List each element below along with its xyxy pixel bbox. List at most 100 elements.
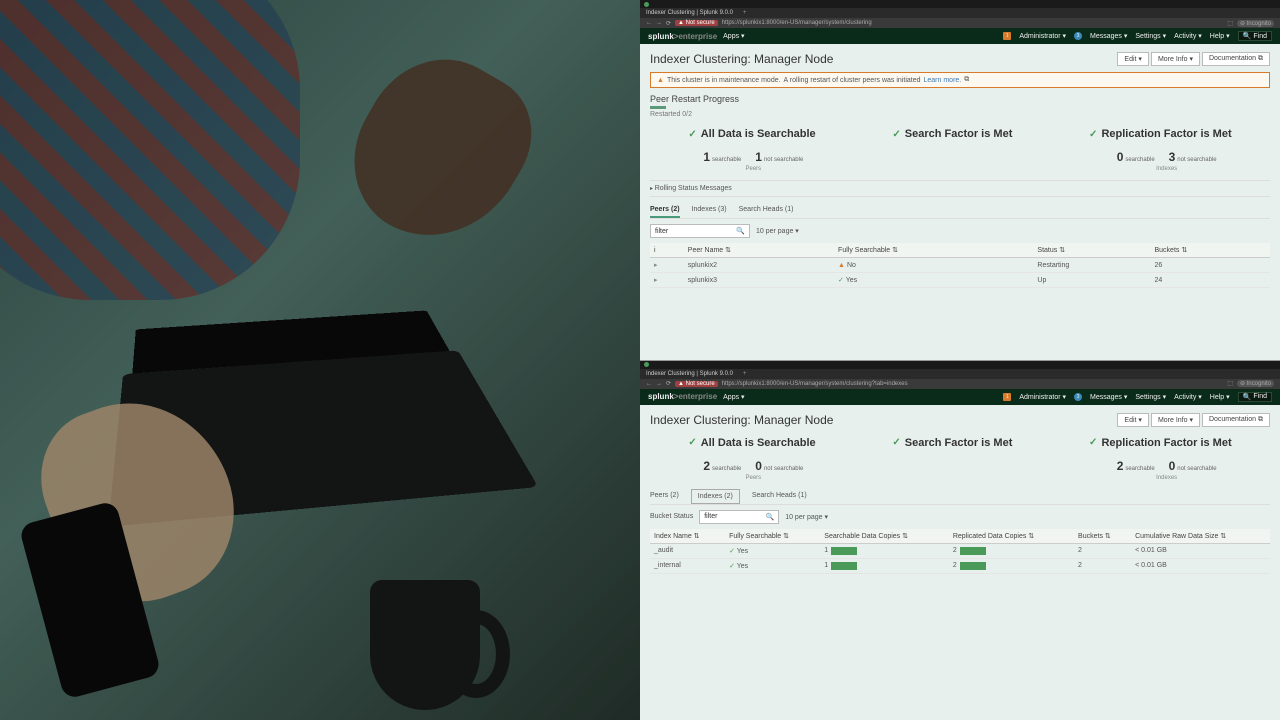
settings-menu[interactable]: Settings ▾ bbox=[1135, 393, 1166, 401]
apps-menu[interactable]: Apps ▾ bbox=[723, 393, 744, 401]
page-title: Indexer Clustering: Manager Node bbox=[650, 413, 833, 427]
check-icon: ✓ bbox=[892, 437, 900, 448]
bucket-status-label: Bucket Status bbox=[650, 513, 693, 520]
tab-indexes[interactable]: Indexes (3) bbox=[692, 203, 727, 218]
url-text[interactable]: https://splunkix1:8000/en-US/manager/sys… bbox=[722, 20, 872, 26]
window-control-icon[interactable] bbox=[644, 2, 649, 7]
settings-menu[interactable]: Settings ▾ bbox=[1135, 32, 1166, 40]
security-warning[interactable]: ▲ Not secure bbox=[675, 381, 718, 387]
status-search-factor: ✓Search Factor is Met bbox=[892, 437, 1012, 449]
apps-menu[interactable]: Apps ▾ bbox=[723, 32, 744, 40]
metric-indexes-notsearchable: 3 not searchable bbox=[1169, 150, 1217, 164]
background-photo bbox=[0, 0, 640, 720]
activity-menu[interactable]: Activity ▾ bbox=[1174, 32, 1202, 40]
security-warning[interactable]: ▲ Not secure bbox=[675, 20, 718, 26]
restart-heading: Peer Restart Progress bbox=[650, 94, 1270, 104]
per-page-dropdown[interactable]: 10 per page ▾ bbox=[756, 227, 799, 235]
status-searchable: ✓All Data is Searchable bbox=[688, 128, 815, 140]
admin-badge: 1 bbox=[1003, 32, 1011, 40]
warning-icon: ▲ bbox=[838, 262, 845, 269]
documentation-button[interactable]: Documentation ⧉ bbox=[1202, 413, 1270, 427]
tab-peers[interactable]: Peers (2) bbox=[650, 203, 680, 218]
activity-menu[interactable]: Activity ▾ bbox=[1174, 393, 1202, 401]
documentation-button[interactable]: Documentation ⧉ bbox=[1202, 52, 1270, 66]
table-row: ▸ splunkix3 ✓ Yes Up 24 bbox=[650, 273, 1270, 288]
learn-more-link[interactable]: Learn more. bbox=[924, 77, 962, 84]
metric-peers-notsearchable: 0 not searchable bbox=[755, 459, 803, 473]
page-title: Indexer Clustering: Manager Node bbox=[650, 52, 833, 66]
col-buckets[interactable]: Buckets ⇅ bbox=[1151, 243, 1271, 258]
messages-menu[interactable]: Messages ▾ bbox=[1090, 393, 1127, 401]
table-row: _audit ✓ Yes 1 2 2 < 0.01 GB bbox=[650, 543, 1270, 558]
admin-menu[interactable]: Administrator ▾ bbox=[1019, 32, 1066, 40]
copy-bar bbox=[831, 547, 857, 555]
external-link-icon: ⧉ bbox=[964, 76, 969, 84]
help-menu[interactable]: Help ▾ bbox=[1210, 393, 1230, 401]
status-replication: ✓Replication Factor is Met bbox=[1089, 437, 1232, 449]
col-searchable-copies[interactable]: Searchable Data Copies ⇅ bbox=[820, 529, 949, 544]
metric-indexes-searchable: 0 searchable bbox=[1117, 150, 1155, 164]
messages-badge: 3 bbox=[1074, 393, 1082, 401]
col-replicated-copies[interactable]: Replicated Data Copies ⇅ bbox=[949, 529, 1074, 544]
col-searchable[interactable]: Fully Searchable ⇅ bbox=[725, 529, 820, 544]
metric-indexes-notsearchable: 0 not searchable bbox=[1169, 459, 1217, 473]
browser-urlbar: ← → ⟳ ▲ Not secure https://splunkix1:800… bbox=[640, 379, 1280, 389]
search-icon: 🔍 bbox=[736, 227, 745, 235]
tab-indexes[interactable]: Indexes (2) bbox=[691, 489, 740, 504]
check-icon: ✓ bbox=[688, 129, 696, 140]
tab-search-heads[interactable]: Search Heads (1) bbox=[739, 203, 794, 218]
brand-logo[interactable]: splunk>enterprise bbox=[648, 392, 717, 401]
edit-button[interactable]: Edit ▾ bbox=[1117, 413, 1149, 427]
expand-icon[interactable]: ▸ bbox=[654, 262, 658, 269]
filter-input[interactable]: filter🔍 bbox=[699, 510, 779, 524]
nav-reload-icon[interactable]: ⟳ bbox=[666, 20, 671, 27]
table-row: _internal ✓ Yes 1 2 2 < 0.01 GB bbox=[650, 558, 1270, 573]
more-info-button[interactable]: More Info ▾ bbox=[1151, 52, 1200, 66]
extension-icon[interactable]: ⬚ bbox=[1227, 20, 1233, 27]
find-input[interactable]: 🔍 Find bbox=[1238, 31, 1272, 41]
metric-peers-searchable: 2 searchable bbox=[703, 459, 741, 473]
col-buckets[interactable]: Buckets ⇅ bbox=[1074, 529, 1131, 544]
app-navbar: splunk>enterprise Apps ▾ 1 Administrator… bbox=[640, 389, 1280, 405]
nav-back-icon[interactable]: ← bbox=[646, 381, 652, 387]
rolling-status-toggle[interactable]: Rolling Status Messages bbox=[650, 180, 1270, 197]
col-expand[interactable]: i bbox=[650, 243, 684, 258]
url-text[interactable]: https://splunkix1:8000/en-US/manager/sys… bbox=[722, 381, 908, 387]
nav-fwd-icon[interactable]: → bbox=[656, 381, 662, 387]
col-raw-size[interactable]: Cumulative Raw Data Size ⇅ bbox=[1131, 529, 1270, 544]
screenshot-top: Indexer Clustering | Splunk 9.0.0 + ← → … bbox=[640, 0, 1280, 361]
new-tab-icon[interactable]: + bbox=[743, 371, 747, 377]
nav-back-icon[interactable]: ← bbox=[646, 20, 652, 26]
browser-tabbar: Indexer Clustering | Splunk 9.0.0 + bbox=[640, 369, 1280, 379]
per-page-dropdown[interactable]: 10 per page ▾ bbox=[785, 513, 828, 521]
new-tab-icon[interactable]: + bbox=[743, 10, 747, 16]
copy-bar bbox=[960, 562, 986, 570]
status-replication: ✓Replication Factor is Met bbox=[1089, 128, 1232, 140]
tab-search-heads[interactable]: Search Heads (1) bbox=[752, 489, 807, 504]
browser-tab[interactable]: Indexer Clustering | Splunk 9.0.0 bbox=[646, 371, 733, 377]
admin-badge: 1 bbox=[1003, 393, 1011, 401]
check-icon: ✓ bbox=[1089, 129, 1097, 140]
expand-icon[interactable]: ▸ bbox=[654, 277, 658, 284]
col-peer-name[interactable]: Peer Name ⇅ bbox=[684, 243, 834, 258]
more-info-button[interactable]: More Info ▾ bbox=[1151, 413, 1200, 427]
col-index-name[interactable]: Index Name ⇅ bbox=[650, 529, 725, 544]
extension-icon[interactable]: ⬚ bbox=[1227, 380, 1233, 387]
filter-input[interactable]: filter🔍 bbox=[650, 224, 750, 238]
col-status[interactable]: Status ⇅ bbox=[1033, 243, 1150, 258]
messages-menu[interactable]: Messages ▾ bbox=[1090, 32, 1127, 40]
col-searchable[interactable]: Fully Searchable ⇅ bbox=[834, 243, 1033, 258]
brand-logo[interactable]: splunk>enterprise bbox=[648, 32, 717, 41]
indexes-table: Index Name ⇅ Fully Searchable ⇅ Searchab… bbox=[650, 529, 1270, 574]
find-input[interactable]: 🔍 Find bbox=[1238, 392, 1272, 402]
tab-peers[interactable]: Peers (2) bbox=[650, 489, 679, 504]
edit-button[interactable]: Edit ▾ bbox=[1117, 52, 1149, 66]
check-icon: ✓ bbox=[688, 437, 696, 448]
metric-peers-notsearchable: 1 not searchable bbox=[755, 150, 803, 164]
admin-menu[interactable]: Administrator ▾ bbox=[1019, 393, 1066, 401]
nav-fwd-icon[interactable]: → bbox=[656, 20, 662, 26]
window-control-icon[interactable] bbox=[644, 362, 649, 367]
nav-reload-icon[interactable]: ⟳ bbox=[666, 380, 671, 387]
browser-tab[interactable]: Indexer Clustering | Splunk 9.0.0 bbox=[646, 10, 733, 16]
help-menu[interactable]: Help ▾ bbox=[1210, 32, 1230, 40]
